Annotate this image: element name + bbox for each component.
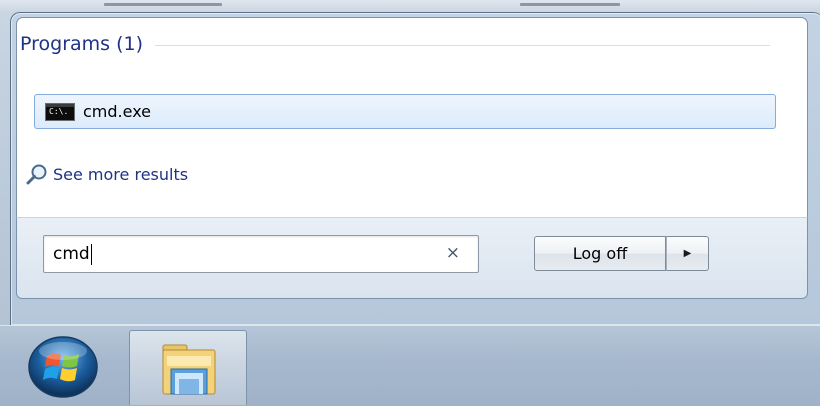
programs-section-header: Programs (1) <box>20 33 770 55</box>
taskbar <box>0 325 820 406</box>
magnifier-icon <box>26 164 47 185</box>
windows-orb-icon[interactable] <box>24 336 102 398</box>
see-more-results-link[interactable]: See more results <box>26 163 188 185</box>
shutdown-split-button: Log off ▶ <box>534 236 709 271</box>
window-edge-mark <box>520 3 620 6</box>
window-edge-mark <box>104 3 222 6</box>
section-divider <box>155 45 770 46</box>
taskbar-explorer-button[interactable] <box>129 330 247 405</box>
windows-explorer-icon <box>162 344 216 395</box>
program-label: cmd.exe <box>83 102 152 121</box>
text-caret <box>90 243 92 265</box>
log-off-button[interactable]: Log off <box>534 236 666 271</box>
power-options-arrow-icon[interactable]: ▶ <box>666 236 709 271</box>
see-more-label: See more results <box>53 164 189 184</box>
clear-search-icon[interactable]: × <box>446 243 460 263</box>
section-title: Programs (1) <box>20 33 144 55</box>
search-input[interactable]: cmd × <box>43 235 479 273</box>
console-icon: C:\. <box>45 102 75 121</box>
search-input-value: cmd <box>53 244 90 264</box>
program-result-cmd[interactable]: C:\. cmd.exe <box>34 94 776 129</box>
